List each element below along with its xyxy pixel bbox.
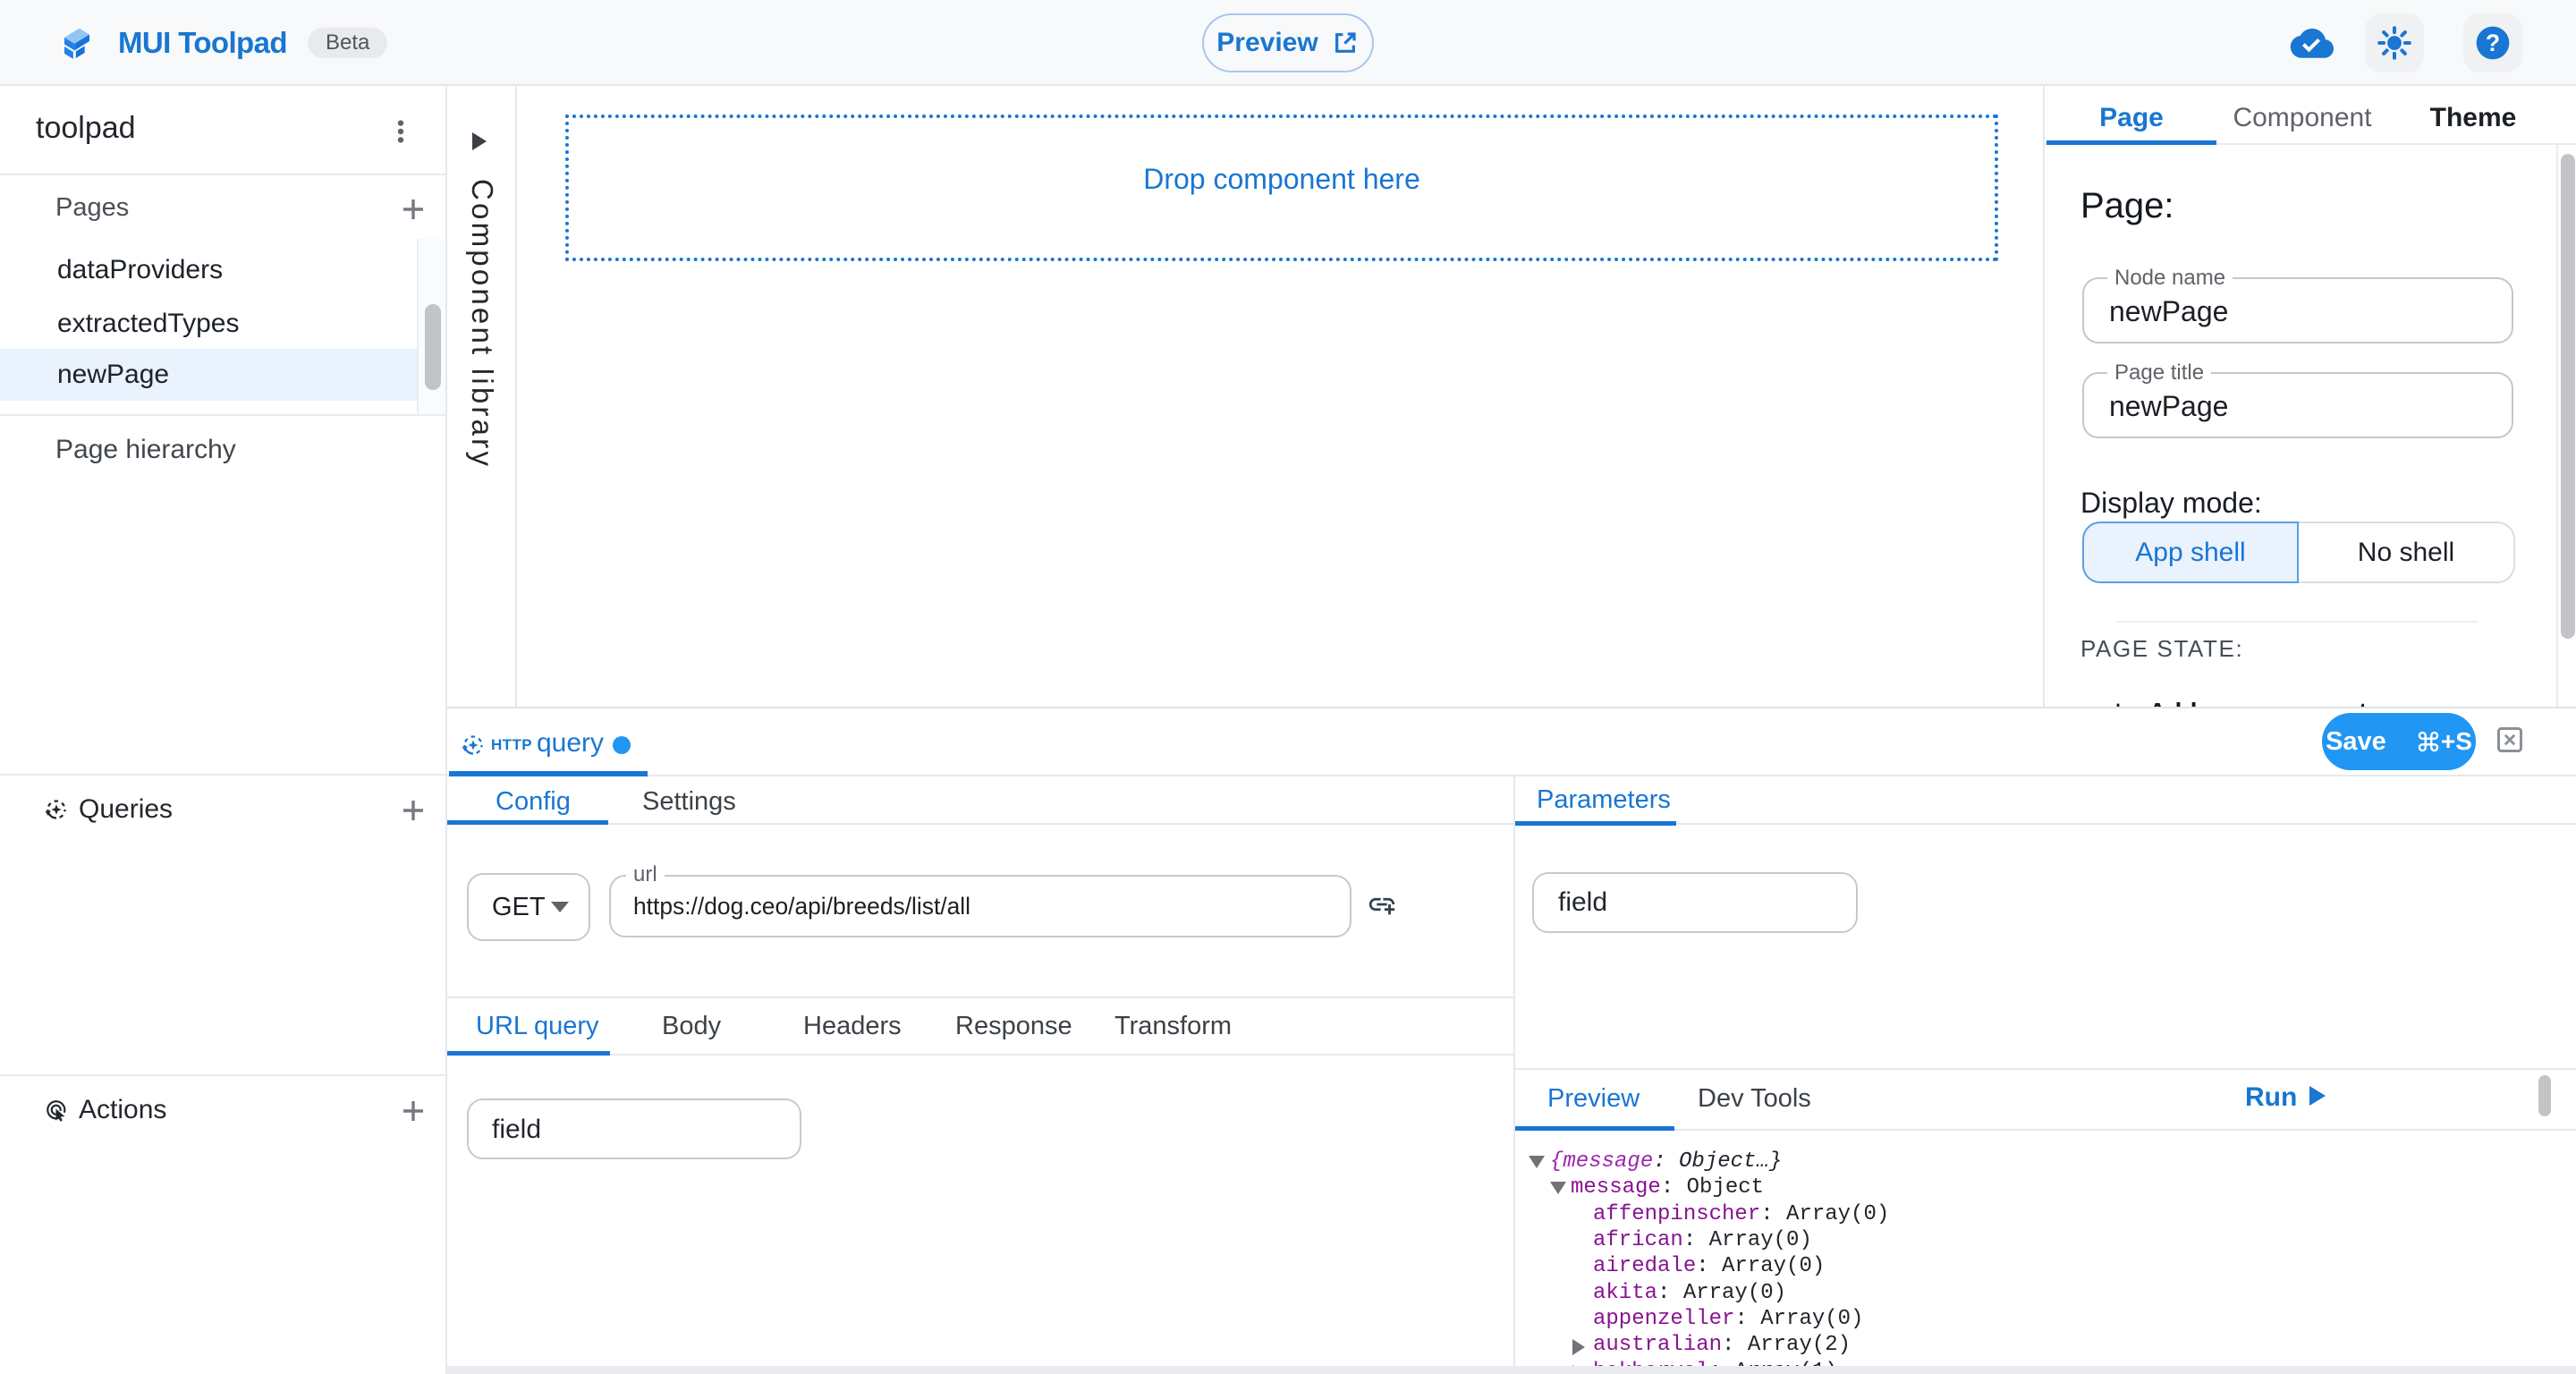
svg-text:?: ?: [2486, 30, 2500, 56]
